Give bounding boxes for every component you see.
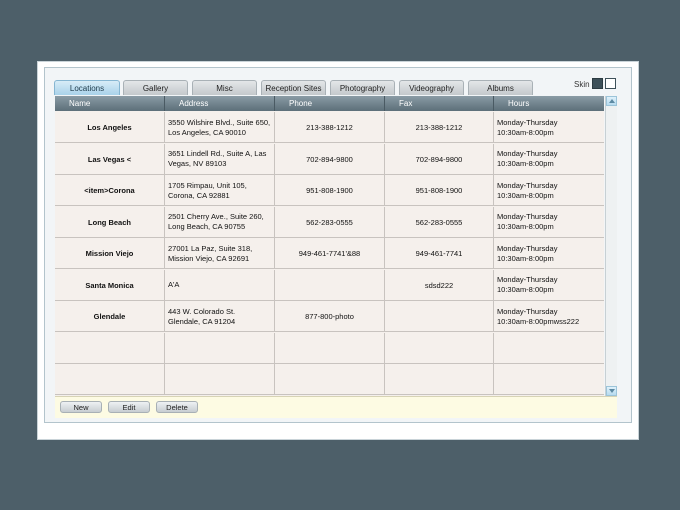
cell-fax xyxy=(385,301,494,332)
skin-label: Skin xyxy=(574,80,590,89)
cell-name: <item>Corona xyxy=(55,175,165,206)
cell-hours: Monday-Thursday 10:30am-8:00pmwss222 xyxy=(497,306,580,326)
cell-address xyxy=(165,332,275,364)
delete-button[interactable]: Delete xyxy=(156,401,198,413)
cell-fax: sdsd222 xyxy=(385,269,494,301)
cell-hours: Monday-Thursday 10:30am-8:00pm xyxy=(497,275,558,294)
cell-address: A'A xyxy=(165,269,275,301)
cell-phone xyxy=(275,332,385,364)
table-row[interactable]: Glendale 443 W. Colorado St. Glendale, CA… xyxy=(55,301,604,332)
skin-dark-swatch[interactable] xyxy=(592,78,603,89)
cell-address: 2501 Cherry Ave., Suite 260, Long Beach,… xyxy=(165,206,275,238)
tab-photography[interactable]: Photography xyxy=(330,80,395,95)
tab-locations[interactable]: Locations xyxy=(54,80,120,95)
column-header-phone[interactable]: Phone xyxy=(275,96,385,111)
table-row[interactable]: Mission Viejo 27001 La Paz, Suite 318, Mi… xyxy=(55,238,604,269)
cell-name xyxy=(55,332,165,364)
cell-phone: 877-800-photo xyxy=(275,301,385,332)
cell-hours: Monday-Thursday 10:30am-8:00pm xyxy=(497,180,558,200)
cell-name: Mission Viejo xyxy=(55,238,165,269)
cell-phone: 951-808-1900 xyxy=(275,175,385,206)
scroll-up-button[interactable] xyxy=(606,96,617,106)
table-row[interactable] xyxy=(55,364,604,395)
cell-fax: 213-388-1212 xyxy=(385,112,494,143)
table-row[interactable] xyxy=(55,332,604,364)
cell-address: 27001 La Paz, Suite 318, Mission Viejo, … xyxy=(165,238,275,269)
table-row[interactable]: Long Beach 2501 Cherry Ave., Suite 260, L… xyxy=(55,206,604,238)
cell-phone xyxy=(275,364,385,395)
table-row[interactable]: <item>Corona 1705 Rimpau, Unit 105, Coron… xyxy=(55,175,604,206)
column-header-name[interactable]: Name xyxy=(55,96,165,111)
cell-hours xyxy=(494,333,604,364)
cell-phone: 213-388-1212 xyxy=(275,112,385,143)
column-header-fax[interactable]: Fax xyxy=(385,96,494,111)
cell-phone: 702-894-9800 xyxy=(275,143,385,175)
tab-albums[interactable]: Albums xyxy=(468,80,533,95)
cell-name xyxy=(55,364,165,395)
locations-table: Name Address Phone Fax Hours Los Angeles… xyxy=(55,96,604,396)
cell-phone: 949-461-7741'&88 xyxy=(275,238,385,269)
cell-hours: Monday-Thursday 10:30am-8:00pm xyxy=(497,149,558,168)
cell-fax: 951-808-1900 xyxy=(385,175,494,206)
table-row[interactable]: Santa Monica A'A sdsd222 Monday-Thursday 10… xyxy=(55,269,604,301)
tab-videography[interactable]: Videography xyxy=(399,80,464,95)
cell-address: 1705 Rimpau, Unit 105, Corona, CA 92881 xyxy=(165,175,275,206)
vertical-scrollbar[interactable] xyxy=(605,96,617,396)
edit-button[interactable]: Edit xyxy=(108,401,150,413)
table-header: Name Address Phone Fax Hours xyxy=(55,96,604,111)
cell-name: Long Beach xyxy=(55,206,165,238)
cell-name: Los Angeles xyxy=(55,112,165,143)
action-bar: New Edit Delete xyxy=(55,396,617,418)
cell-fax xyxy=(385,364,494,395)
cell-address xyxy=(165,364,275,395)
cell-name: Glendale xyxy=(55,301,165,332)
cell-fax xyxy=(385,332,494,364)
table-row[interactable]: Los Angeles 3550 Wilshire Blvd., Suite 65… xyxy=(55,112,604,143)
cell-fax: 562-283-0555 xyxy=(385,206,494,238)
tab-misc[interactable]: Misc xyxy=(192,80,257,95)
cell-fax: 949-461-7741 xyxy=(385,238,494,269)
table-row[interactable]: Las Vegas <3651 Lindell Rd., Suite A, La… xyxy=(55,143,604,175)
skin-light-swatch[interactable] xyxy=(605,78,616,89)
column-header-address[interactable]: Address xyxy=(165,96,275,111)
cell-phone xyxy=(275,269,385,301)
arrow-up-icon xyxy=(608,99,615,103)
cell-address: 443 W. Colorado St. Glendale, CA 91204 xyxy=(165,301,275,332)
column-header-hours[interactable]: Hours xyxy=(494,96,604,111)
arrow-down-icon xyxy=(608,389,615,393)
cell-hours: Monday-Thursday 10:30am-8:00pm xyxy=(497,117,558,137)
tab-reception-sites[interactable]: Reception Sites xyxy=(261,80,326,95)
cell-hours: Monday-Thursday 10:30am-8:00pm xyxy=(497,243,558,263)
cell-address: 3651 Lindell Rd., Suite A, Las Vegas, NV… xyxy=(165,143,275,175)
cell-fax: 702-894-9800 xyxy=(385,143,494,175)
cell-name: Santa Monica xyxy=(55,269,165,301)
tab-gallery[interactable]: Gallery xyxy=(123,80,188,95)
scroll-down-button[interactable] xyxy=(606,386,617,396)
cell-phone: 562-283-0555 xyxy=(275,206,385,238)
cell-hours: Monday-Thursday 10:30am-8:00pm xyxy=(497,212,558,231)
cell-hours xyxy=(494,364,604,395)
cell-name: Las Vegas < xyxy=(55,143,165,175)
cell-address: 3550 Wilshire Blvd., Suite 650, Los Ange… xyxy=(165,112,275,143)
new-button[interactable]: New xyxy=(60,401,102,413)
